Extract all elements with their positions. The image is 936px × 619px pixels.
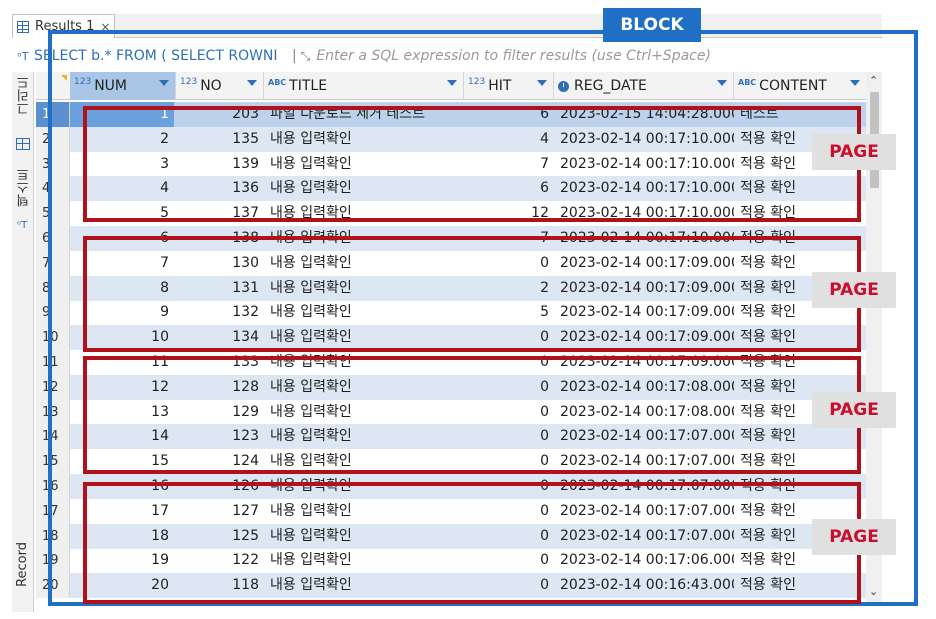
- grid-view-icon[interactable]: [16, 138, 30, 150]
- view-switcher-sidebar: 그리드 텍스트 ᵒT Record: [12, 72, 34, 612]
- page-outline-2: [83, 236, 861, 352]
- sql-icon: ᵒT: [17, 49, 29, 63]
- page-outline-1: [83, 106, 861, 222]
- text-view-tab[interactable]: 텍스트: [15, 168, 34, 207]
- text-view-icon[interactable]: ᵒT: [17, 220, 27, 231]
- grid-icon: [17, 20, 29, 33]
- page-outline-4: [83, 482, 861, 604]
- page-outline-3: [83, 356, 861, 474]
- page-label-1: PAGE: [812, 134, 896, 170]
- page-label-2: PAGE: [812, 272, 896, 308]
- record-view-tab[interactable]: Record: [15, 542, 30, 587]
- block-label: BLOCK: [603, 8, 701, 42]
- page-label-3: PAGE: [812, 392, 896, 428]
- page-label-4: PAGE: [812, 519, 896, 555]
- grid-view-tab[interactable]: 그리드: [15, 76, 34, 115]
